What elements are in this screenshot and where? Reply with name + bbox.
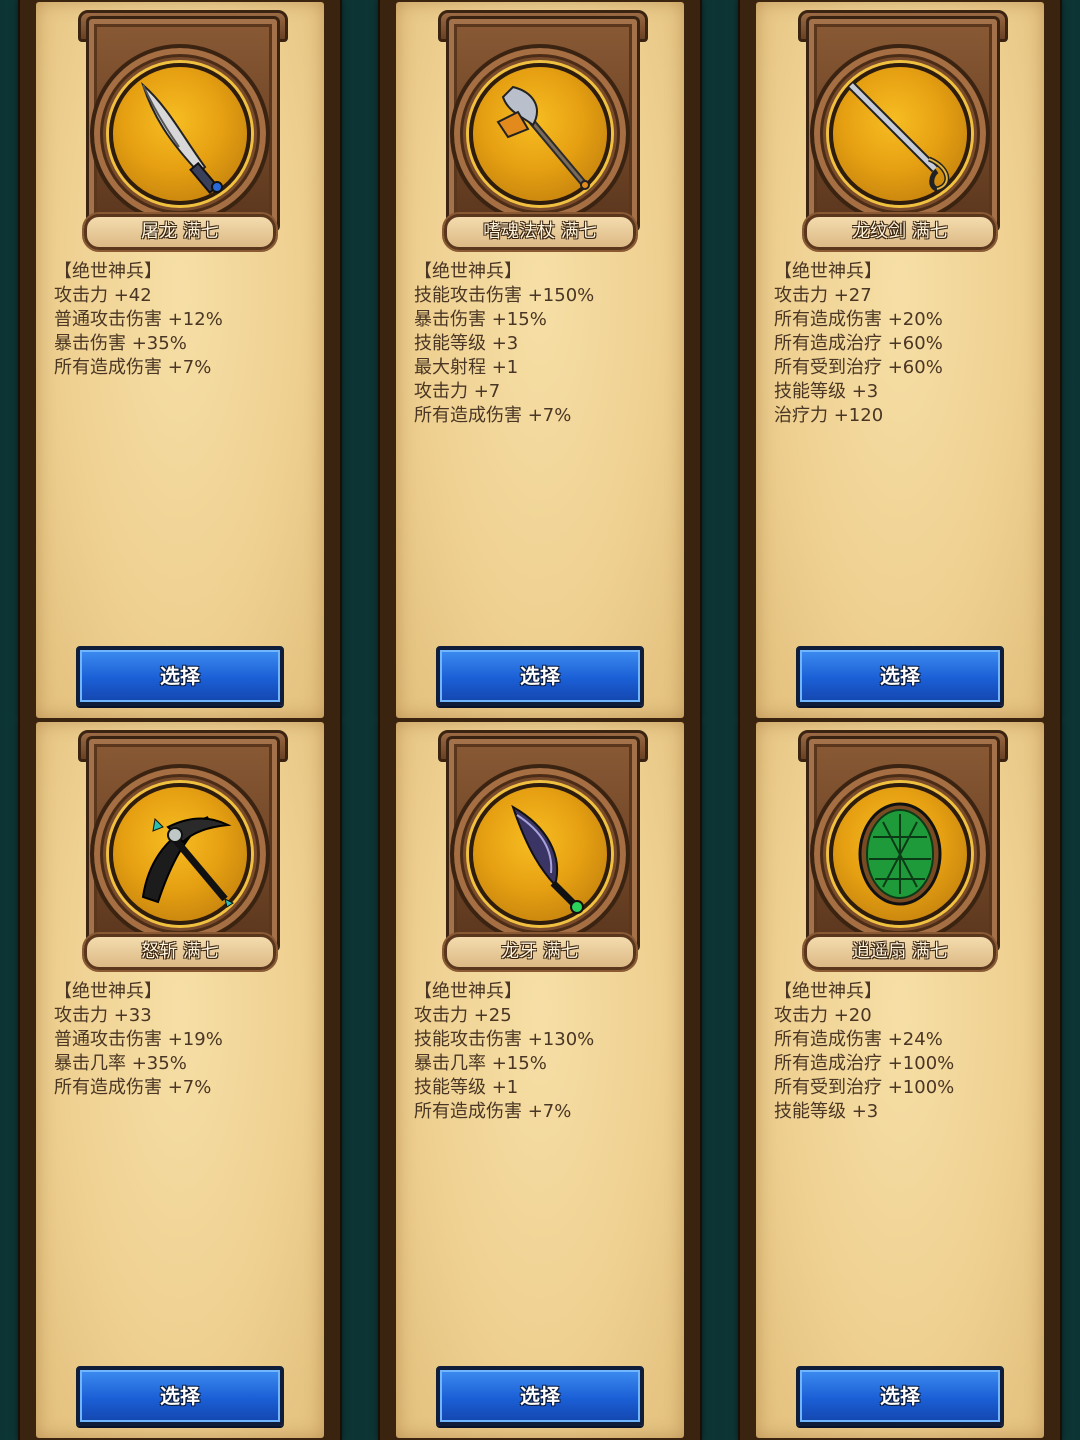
dragon-sword-icon (829, 63, 971, 205)
weapon-stats: 【绝世神兵】 攻击力 +25 技能攻击伤害 +130% 暴击几率 +15% 技能… (414, 980, 674, 1124)
stat-line: 所有造成伤害 +7% (414, 405, 572, 426)
stat-line: 最大射程 +1 (414, 357, 519, 378)
stat-line: 所有造成治疗 +100% (774, 1053, 955, 1074)
stat-line: 技能等级 +1 (414, 1077, 519, 1098)
weapon-card: 龙纹剑 满七 【绝世神兵】 攻击力 +27 所有造成伤害 +20% 所有造成治疗… (720, 0, 1080, 720)
stat-line: 技能等级 +3 (414, 333, 519, 354)
weapon-name: 嗜魂法杖 满七 (444, 214, 636, 250)
stat-line: 攻击力 +42 (54, 285, 152, 306)
stat-line: 攻击力 +33 (54, 1005, 152, 1026)
weapon-card: 逍遥扇 满七 【绝世神兵】 攻击力 +20 所有造成伤害 +24% 所有造成治疗… (720, 720, 1080, 1440)
stat-line: 暴击伤害 +35% (54, 333, 187, 354)
stat-line: 所有造成治疗 +60% (774, 333, 943, 354)
weapon-stats: 【绝世神兵】 攻击力 +33 普通攻击伤害 +19% 暴击几率 +35% 所有造… (54, 980, 314, 1100)
grade-label: 【绝世神兵】 (54, 261, 162, 282)
grade-label: 【绝世神兵】 (774, 261, 882, 282)
select-button[interactable]: 选择 (76, 1366, 284, 1426)
stat-line: 攻击力 +27 (774, 285, 872, 306)
stat-line: 攻击力 +7 (414, 381, 501, 402)
stat-line: 技能等级 +3 (774, 381, 879, 402)
grade-label: 【绝世神兵】 (774, 981, 882, 1002)
stat-line: 攻击力 +20 (774, 1005, 872, 1026)
weapon-portrait-frame: 龙牙 满七 (438, 730, 648, 970)
weapon-stats: 【绝世神兵】 攻击力 +42 普通攻击伤害 +12% 暴击伤害 +35% 所有造… (54, 260, 314, 380)
weapon-portrait-frame: 屠龙 满七 (78, 10, 288, 250)
weapon-stats: 【绝世神兵】 攻击力 +27 所有造成伤害 +20% 所有造成治疗 +60% 所… (774, 260, 1034, 428)
pickaxe-icon (109, 783, 251, 925)
stat-line: 所有造成伤害 +20% (774, 309, 943, 330)
grade-label: 【绝世神兵】 (414, 981, 522, 1002)
stat-line: 所有受到治疗 +100% (774, 1077, 955, 1098)
stat-line: 攻击力 +25 (414, 1005, 512, 1026)
stat-line: 所有造成伤害 +7% (414, 1101, 572, 1122)
soul-staff-icon (469, 63, 611, 205)
stat-line: 所有受到治疗 +60% (774, 357, 943, 378)
weapon-portrait-frame: 龙纹剑 满七 (798, 10, 1008, 250)
select-button[interactable]: 选择 (436, 646, 644, 706)
weapon-selection-grid: 屠龙 满七 【绝世神兵】 攻击力 +42 普通攻击伤害 +12% 暴击伤害 +3… (0, 0, 1080, 1440)
stat-line: 技能等级 +3 (774, 1101, 879, 1122)
weapon-portrait-frame: 嗜魂法杖 满七 (438, 10, 648, 250)
grade-label: 【绝世神兵】 (54, 981, 162, 1002)
weapon-name: 逍遥扇 满七 (804, 934, 996, 970)
weapon-card: 嗜魂法杖 满七 【绝世神兵】 技能攻击伤害 +150% 暴击伤害 +15% 技能… (360, 0, 720, 720)
weapon-card: 屠龙 满七 【绝世神兵】 攻击力 +42 普通攻击伤害 +12% 暴击伤害 +3… (0, 0, 360, 720)
stat-line: 所有造成伤害 +7% (54, 1077, 212, 1098)
stat-line: 所有造成伤害 +7% (54, 357, 212, 378)
select-button[interactable]: 选择 (796, 1366, 1004, 1426)
select-button[interactable]: 选择 (796, 646, 1004, 706)
weapon-portrait-frame: 逍遥扇 满七 (798, 730, 1008, 970)
dragon-slayer-blade-icon (109, 63, 251, 205)
stat-line: 暴击伤害 +15% (414, 309, 547, 330)
dragon-fang-dagger-icon (469, 783, 611, 925)
weapon-stats: 【绝世神兵】 技能攻击伤害 +150% 暴击伤害 +15% 技能等级 +3 最大… (414, 260, 674, 428)
grade-label: 【绝世神兵】 (414, 261, 522, 282)
weapon-card: 龙牙 满七 【绝世神兵】 攻击力 +25 技能攻击伤害 +130% 暴击几率 +… (360, 720, 720, 1440)
weapon-name: 龙纹剑 满七 (804, 214, 996, 250)
weapon-card: 怒斩 满七 【绝世神兵】 攻击力 +33 普通攻击伤害 +19% 暴击几率 +3… (0, 720, 360, 1440)
stat-line: 技能攻击伤害 +150% (414, 285, 595, 306)
stat-line: 暴击几率 +35% (54, 1053, 187, 1074)
select-button[interactable]: 选择 (436, 1366, 644, 1426)
weapon-name: 怒斩 满七 (84, 934, 276, 970)
stat-line: 普通攻击伤害 +12% (54, 309, 223, 330)
stat-line: 普通攻击伤害 +19% (54, 1029, 223, 1050)
stat-line: 治疗力 +120 (774, 405, 884, 426)
stat-line: 暴击几率 +15% (414, 1053, 547, 1074)
weapon-name: 屠龙 满七 (84, 214, 276, 250)
select-button[interactable]: 选择 (76, 646, 284, 706)
weapon-name: 龙牙 满七 (444, 934, 636, 970)
weapon-stats: 【绝世神兵】 攻击力 +20 所有造成伤害 +24% 所有造成治疗 +100% … (774, 980, 1034, 1124)
turtle-shell-icon (829, 783, 971, 925)
stat-line: 技能攻击伤害 +130% (414, 1029, 595, 1050)
weapon-portrait-frame: 怒斩 满七 (78, 730, 288, 970)
stat-line: 所有造成伤害 +24% (774, 1029, 943, 1050)
